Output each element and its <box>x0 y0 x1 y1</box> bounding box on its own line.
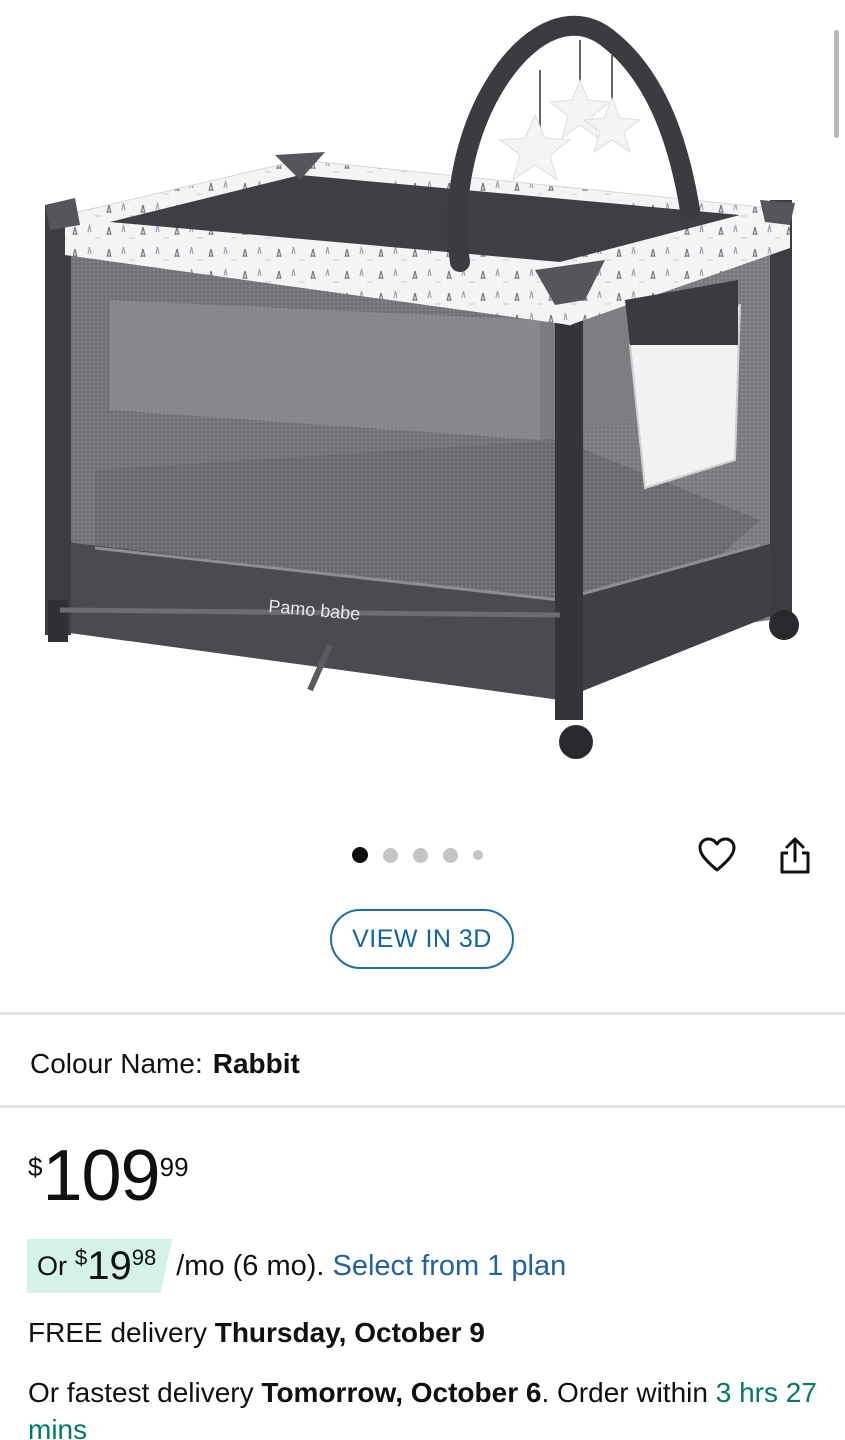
share-button[interactable] <box>772 833 818 877</box>
colour-name-row[interactable]: Colour Name: Rabbit <box>30 1044 300 1084</box>
free-delivery-prefix: FREE delivery <box>28 1317 207 1348</box>
monthly-fraction: 98 <box>131 1245 157 1270</box>
select-plan-link[interactable]: Select from 1 plan <box>332 1250 566 1283</box>
view-in-3d-button[interactable]: VIEW IN 3D <box>330 909 514 969</box>
free-delivery-line: FREE delivery Thursday, October 9 <box>28 1313 485 1353</box>
carousel-dot-1[interactable] <box>352 847 368 863</box>
carousel-dot-2[interactable] <box>383 847 398 863</box>
price-currency: $ <box>28 1152 43 1182</box>
scrollbar[interactable] <box>834 30 839 138</box>
carousel-dot-4[interactable] <box>443 847 458 863</box>
carousel-dot-5[interactable] <box>473 850 483 860</box>
price-fraction: 99 <box>159 1152 189 1182</box>
image-carousel-indicator <box>352 847 483 863</box>
product-image[interactable]: Pamo babe <box>0 0 845 800</box>
carousel-dot-3[interactable] <box>413 847 428 863</box>
divider <box>0 1012 845 1015</box>
colour-value: Rabbit <box>212 1048 300 1079</box>
monthly-payment-row: Or $ 19 98 /mo (6 mo). Select from 1 pla… <box>27 1239 566 1293</box>
fastest-delivery-prefix: Or fastest delivery <box>28 1377 254 1408</box>
free-delivery-date: Thursday, October 9 <box>214 1317 485 1348</box>
monthly-whole: 19 <box>87 1243 132 1288</box>
monthly-price-badge: Or $ 19 98 <box>27 1239 172 1293</box>
price: $10999 <box>28 1140 189 1212</box>
monthly-suffix: /mo (6 mo). <box>176 1249 325 1282</box>
share-icon <box>780 837 810 874</box>
monthly-currency: $ <box>75 1245 88 1270</box>
fastest-delivery-date: Tomorrow, October 6 <box>261 1377 542 1408</box>
fastest-delivery-line: Or fastest delivery Tomorrow, October 6.… <box>28 1374 828 1440</box>
order-within-text: . Order within <box>541 1377 708 1408</box>
colour-label: Colour Name: <box>30 1048 203 1079</box>
heart-outline-icon <box>698 837 736 872</box>
wishlist-button[interactable] <box>694 833 740 877</box>
monthly-prefix: Or <box>37 1250 67 1281</box>
playard-illustration: Pamo babe <box>45 15 799 759</box>
divider <box>0 1105 845 1108</box>
price-whole: 109 <box>42 1136 160 1216</box>
